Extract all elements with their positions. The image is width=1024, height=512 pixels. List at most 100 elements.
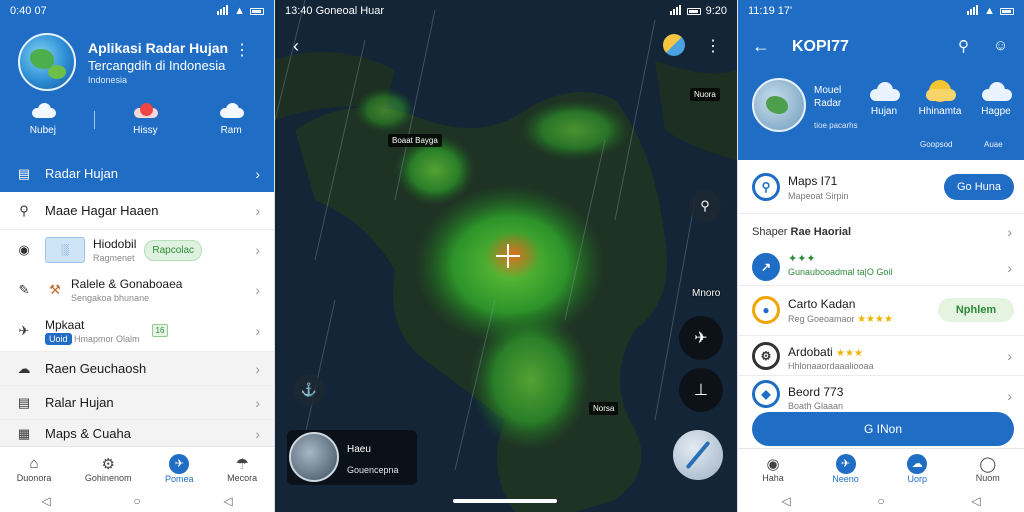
timeline-button[interactable]: ⊥ bbox=[679, 368, 723, 412]
more-options-icon[interactable]: ⋮ bbox=[234, 40, 250, 60]
app-logo-globe bbox=[18, 33, 76, 91]
action-button[interactable]: Nphlem bbox=[938, 298, 1014, 322]
weather-item[interactable]: Hissy bbox=[110, 103, 180, 136]
compass-icon[interactable] bbox=[673, 430, 723, 480]
home-circle-icon[interactable]: ○ bbox=[877, 494, 884, 508]
radar-play-button[interactable]: ✈ bbox=[679, 316, 723, 360]
signal-icon bbox=[217, 4, 229, 18]
chevron-right-icon: › bbox=[1007, 224, 1012, 240]
tools-icon: ⚒ bbox=[49, 282, 61, 297]
nav-item-active[interactable]: ✈ Pomea bbox=[165, 453, 194, 484]
menu-item-search[interactable]: ⚲ Maae Hagar Haaen › bbox=[0, 192, 274, 230]
list-subtitle: Reg Goeoamaor bbox=[788, 314, 855, 324]
eye-icon: ◉ bbox=[18, 242, 30, 257]
wifi-icon: ▲ bbox=[984, 5, 995, 17]
menu-item-ralar[interactable]: ▤ Ralar Hujan › bbox=[0, 386, 274, 420]
nav-label: Nuom bbox=[975, 472, 1000, 483]
nav-item-cloud[interactable]: ☁ Uorp bbox=[907, 453, 928, 484]
section-header[interactable]: Shaper Rae Haorial › bbox=[738, 214, 1024, 250]
wifi-icon: ▲ bbox=[234, 5, 245, 17]
menu-item-hiodobil[interactable]: ◉ ░ Hiodobil Ragmenet Rapcolac › bbox=[0, 230, 274, 270]
menu-item-maps[interactable]: ▦ Maps & Cuaha › bbox=[0, 420, 274, 448]
more-options-icon[interactable]: ⋮ bbox=[705, 36, 721, 56]
radar-list-icon: ▤ bbox=[17, 165, 31, 181]
weather-item[interactable]: Nubej bbox=[8, 103, 78, 136]
map-card[interactable]: ⚲ Maps I71 Mapeoat Sirpin Go Huna bbox=[738, 160, 1024, 214]
section-title-bold: Rae Haorial bbox=[790, 226, 852, 238]
map-place-label: Boaat Bayga bbox=[388, 134, 442, 147]
app-panel-menu: 0:40 07 ▲ Aplikasi Radar Hujan Tercangdi… bbox=[0, 0, 274, 512]
nav-item-home[interactable]: ⌂ Duonora bbox=[17, 455, 52, 483]
menu-label: Maae Hagar Haaen bbox=[45, 203, 159, 218]
primary-button[interactable]: G INon bbox=[752, 412, 1014, 446]
weather-item[interactable]: Hhinamta bbox=[910, 80, 970, 117]
location-card[interactable]: Haeu Gouencepna bbox=[287, 430, 417, 485]
menu-label: Ralar Hujan bbox=[45, 395, 114, 410]
weather-label: Nubej bbox=[29, 125, 56, 136]
home-circle-icon[interactable]: ○ bbox=[133, 494, 140, 508]
radar-map-panel: 13:40 Goneoal Huar 9:20 ‹ ⋮ Nuora Boaat … bbox=[275, 0, 737, 512]
menu-title: Ralele & Gonaboaea bbox=[71, 277, 183, 291]
radar-icon: ▤ bbox=[17, 394, 31, 410]
location-pin-button[interactable]: ⚲ bbox=[689, 190, 721, 222]
signal-icon bbox=[967, 4, 979, 18]
menu-text: Ralele & Gonaboaea Sengakoa bhunane bbox=[71, 277, 182, 303]
back-arrow-icon[interactable]: ‹ bbox=[293, 36, 299, 57]
account-icon[interactable]: ☺ bbox=[993, 37, 1008, 54]
menu-title: Hiodobil bbox=[93, 237, 137, 251]
chevron-right-icon: › bbox=[255, 242, 260, 258]
weather-row: Nubej Hissy Ram bbox=[0, 103, 274, 136]
home-indicator[interactable] bbox=[453, 499, 557, 503]
app-title: Aplikasi Radar Hujan bbox=[88, 40, 229, 56]
list-item[interactable]: ⚙ Ardobati ★★★ Hhlonaaordaaaliooaa › bbox=[738, 336, 1024, 376]
nav-item-active[interactable]: ✈ Neeno bbox=[832, 453, 859, 484]
nav-item-settings[interactable]: ⚙ Gohinenom bbox=[85, 455, 132, 483]
nav-item-home[interactable]: ◉ Haha bbox=[762, 455, 784, 483]
card-subtitle: Gouencepna bbox=[347, 465, 399, 475]
status-icons: 9:20 bbox=[669, 4, 727, 18]
weather-item[interactable]: Hagpe bbox=[966, 80, 1024, 117]
nav-item-chat[interactable]: ◯ Nuom bbox=[976, 455, 1000, 483]
chevron-right-icon: › bbox=[255, 322, 260, 339]
system-navigation: ◁ ○ ◁ bbox=[738, 490, 1024, 512]
menu-item-radar-active[interactable]: ▤ Radar Hujan › bbox=[0, 155, 274, 192]
cloud-icon: ☁ bbox=[907, 453, 928, 474]
back-triangle-icon[interactable]: ◁ bbox=[781, 494, 790, 508]
tool-icon: ✎ bbox=[18, 282, 30, 297]
back-triangle-icon[interactable]: ◁ bbox=[41, 494, 50, 508]
list-title: Beord 773 bbox=[788, 385, 844, 399]
search-icon[interactable]: ⚲ bbox=[958, 37, 969, 55]
weather-item[interactable]: Hujan bbox=[854, 80, 914, 117]
map-search-icon: ⚲ bbox=[752, 173, 780, 201]
menu-title: Mpkaat bbox=[45, 317, 85, 332]
weather-label: Ram bbox=[220, 125, 242, 136]
nav-item-weather[interactable]: ☂ Mecora bbox=[227, 455, 257, 483]
list-item[interactable]: ↗ ✦✦✦ Gunaubooadmal ta|O Goil › bbox=[738, 250, 1024, 286]
chevron-right-icon: › bbox=[1007, 260, 1012, 276]
menu-text: Hiodobil Ragmenet bbox=[93, 237, 136, 263]
recent-triangle-icon[interactable]: ◁ bbox=[223, 494, 232, 508]
go-button[interactable]: Go Huna bbox=[944, 174, 1014, 200]
weather-sublabel: Goopsod bbox=[920, 140, 953, 149]
status-bar: 11:19 17' ▲ bbox=[738, 0, 1024, 22]
status-badge[interactable]: Rapcolac bbox=[144, 239, 203, 261]
divider bbox=[93, 111, 95, 129]
anchor-button[interactable]: ⚓ bbox=[293, 374, 325, 406]
status-bar: 0:40 07 ▲ bbox=[0, 0, 274, 22]
back-arrow-icon[interactable]: ← bbox=[752, 36, 770, 57]
chevron-right-icon: › bbox=[255, 282, 260, 298]
weather-label: Hagpe bbox=[981, 106, 1011, 117]
weather-item[interactable]: Ram bbox=[196, 103, 266, 136]
gear-icon: ⚙ bbox=[101, 455, 115, 473]
menu-label: Radar Hujan bbox=[45, 166, 118, 181]
list-subtitle: Boath Glaaan bbox=[788, 401, 844, 411]
menu-item-mpkaat[interactable]: ✈ Mpkaat Uoid Hmapmor Olalm 16 › bbox=[0, 310, 274, 352]
layers-icon[interactable] bbox=[663, 34, 685, 56]
app-subtitle: Tercangdih di Indonesia bbox=[88, 58, 226, 73]
cloud-icon bbox=[216, 103, 246, 119]
list-item[interactable]: ● Carto Kadan Reg Goeoamaor ★★★★ Nphlem bbox=[738, 286, 1024, 336]
menu-item-ralele[interactable]: ✎ ⚒ Ralele & Gonaboaea Sengakoa bhunane … bbox=[0, 270, 274, 310]
menu-item-raen[interactable]: ☁ Raen Geuchaosh › bbox=[0, 352, 274, 386]
recent-triangle-icon[interactable]: ◁ bbox=[971, 494, 980, 508]
list-item[interactable]: ◆ Beord 773 Boath Glaaan › bbox=[738, 376, 1024, 412]
